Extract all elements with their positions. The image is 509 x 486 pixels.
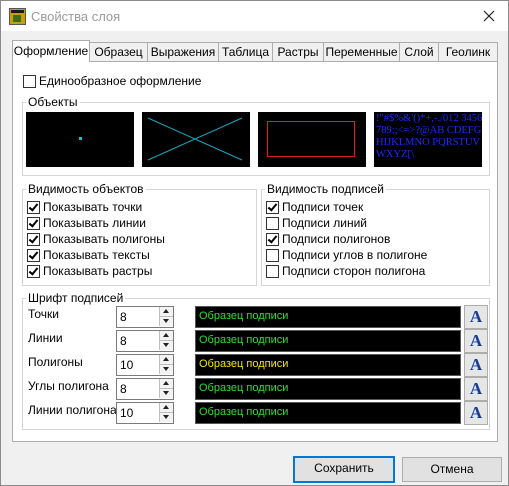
polygons-font-sample: Образец подписи	[195, 354, 461, 376]
tab-appearance[interactable]: Оформление	[12, 40, 90, 62]
polygon-corners-size-stepper[interactable]: 8	[116, 378, 174, 400]
font-row-label-points: Точки	[28, 307, 60, 321]
show-points-label: Показывать точки	[43, 200, 143, 214]
polygon-corner-labels-checkbox[interactable]	[266, 249, 279, 262]
lines-size-stepper[interactable]: 8	[116, 330, 174, 352]
polygon-preview[interactable]	[258, 112, 366, 167]
polygon-side-labels-label: Подписи сторон полигона	[282, 264, 426, 278]
tab-table[interactable]: Таблица	[218, 42, 273, 61]
show-polygons-checkbox[interactable]	[27, 233, 40, 246]
spin-down-icon[interactable]	[159, 341, 173, 350]
polygon-lines-sample-text: Образец подписи	[199, 406, 289, 418]
lines-sample-text: Образец подписи	[199, 334, 289, 346]
lines-font-sample: Образец подписи	[195, 330, 461, 352]
line-labels-label: Подписи линий	[282, 216, 368, 230]
text-sample: !"#$%&'()*+,-./012 3456789:;<=>?@AB CDEF…	[376, 113, 482, 160]
points-sample-text: Образец подписи	[199, 310, 289, 322]
line-preview[interactable]	[142, 112, 250, 167]
spin-down-icon[interactable]	[159, 317, 173, 326]
polygon-rect	[267, 121, 355, 157]
spin-down-icon[interactable]	[159, 389, 173, 398]
polygon-labels-label: Подписи полигонов	[282, 232, 391, 246]
spin-up-icon[interactable]	[159, 355, 173, 365]
show-lines-label: Показывать линии	[43, 216, 146, 230]
visibility-legend: Видимость объектов	[26, 182, 146, 196]
polygons-size-stepper[interactable]: 10	[116, 354, 174, 376]
save-button[interactable]: Сохранить	[293, 456, 395, 483]
point-marker	[79, 137, 82, 140]
app-icon	[9, 8, 26, 25]
show-rasters-label: Показывать растры	[43, 264, 153, 278]
polygon-corners-font-button[interactable]: A	[464, 377, 488, 401]
appearance-panel: Единообразное оформление Объекты !"#$%&'…	[12, 61, 498, 442]
tab-sample[interactable]: Образец	[89, 42, 148, 61]
tab-layer[interactable]: Слой	[399, 42, 439, 61]
layer-properties-dialog: Свойства слоя Оформление Образец Выражен…	[0, 0, 509, 486]
polygon-corners-size-value: 8	[120, 382, 127, 396]
spin-up-icon[interactable]	[159, 331, 173, 341]
polygon-corners-font-sample: Образец подписи	[195, 378, 461, 400]
polygon-lines-size-value: 10	[120, 406, 134, 420]
polygon-side-labels-checkbox[interactable]	[266, 265, 279, 278]
show-rasters-checkbox[interactable]	[27, 265, 40, 278]
point-preview[interactable]	[26, 112, 134, 167]
font-row-label-lines: Линии	[28, 331, 63, 345]
point-labels-label: Подписи точек	[282, 200, 364, 214]
show-texts-checkbox[interactable]	[27, 249, 40, 262]
polygons-size-value: 10	[120, 358, 134, 372]
points-font-sample: Образец подписи	[195, 306, 461, 328]
polygon-corners-sample-text: Образец подписи	[199, 382, 289, 394]
line-labels-checkbox[interactable]	[266, 217, 279, 230]
text-preview[interactable]: !"#$%&'()*+,-./012 3456789:;<=>?@AB CDEF…	[374, 112, 482, 167]
points-size-stepper[interactable]: 8	[116, 306, 174, 328]
cancel-button[interactable]: Отмена	[402, 457, 502, 482]
spin-up-icon[interactable]	[159, 403, 173, 413]
font-row-label-polygon-lines: Линии полигона	[28, 403, 117, 417]
spin-up-icon[interactable]	[159, 307, 173, 317]
tab-variables[interactable]: Переменные	[323, 42, 400, 61]
polygon-lines-font-button[interactable]: A	[464, 401, 488, 425]
polygon-lines-size-stepper[interactable]: 10	[116, 402, 174, 424]
point-labels-checkbox[interactable]	[266, 201, 279, 214]
polygons-sample-text: Образец подписи	[199, 358, 289, 370]
tab-rasters[interactable]: Растры	[272, 42, 324, 61]
polygon-lines-font-sample: Образец подписи	[195, 402, 461, 424]
objects-legend: Объекты	[26, 95, 80, 109]
lines-size-value: 8	[120, 334, 127, 348]
show-texts-label: Показывать тексты	[43, 248, 150, 262]
uniform-checkbox[interactable]	[23, 75, 36, 88]
polygon-corner-labels-label: Подписи углов в полигоне	[282, 248, 428, 262]
title-bar: Свойства слоя	[1, 1, 508, 31]
spin-down-icon[interactable]	[159, 365, 173, 374]
font-row-label-polygons: Полигоны	[28, 355, 83, 369]
points-font-button[interactable]: A	[464, 305, 488, 329]
lines-font-button[interactable]: A	[464, 329, 488, 353]
polygons-font-button[interactable]: A	[464, 353, 488, 377]
label-font-legend: Шрифт подписей	[26, 291, 126, 305]
spin-up-icon[interactable]	[159, 379, 173, 389]
show-polygons-label: Показывать полигоны	[43, 232, 165, 246]
spin-down-icon[interactable]	[159, 413, 173, 422]
tab-expressions[interactable]: Выражения	[147, 42, 219, 61]
labels-visibility-legend: Видимость подписей	[265, 182, 386, 196]
show-points-checkbox[interactable]	[27, 201, 40, 214]
tab-geolink[interactable]: Геолинк	[438, 42, 498, 61]
window-title: Свойства слоя	[31, 9, 121, 24]
polygon-labels-checkbox[interactable]	[266, 233, 279, 246]
show-lines-checkbox[interactable]	[27, 217, 40, 230]
uniform-label: Единообразное оформление	[39, 74, 202, 88]
close-icon[interactable]	[480, 7, 498, 25]
points-size-value: 8	[120, 310, 127, 324]
font-row-label-polygon-corners: Углы полигона	[28, 379, 109, 393]
